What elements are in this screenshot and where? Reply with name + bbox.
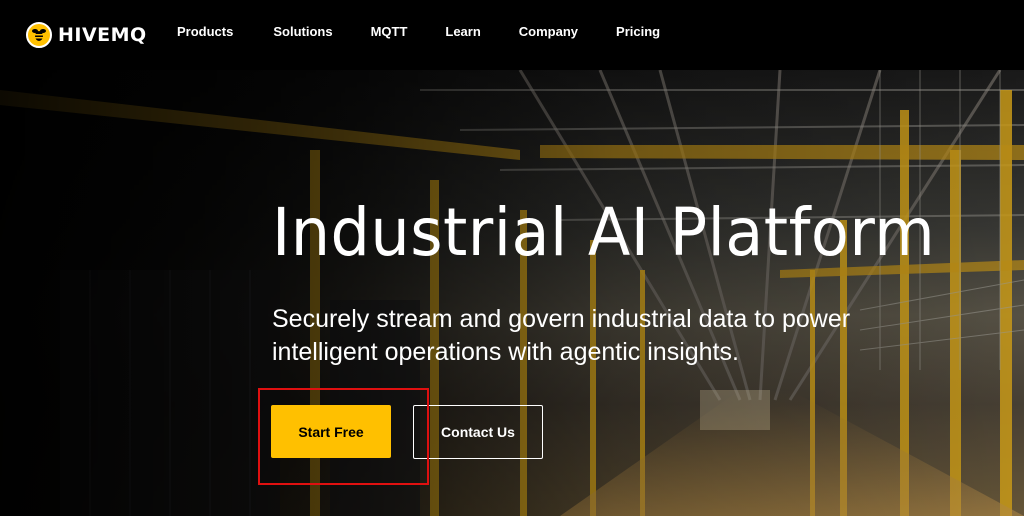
nav-item-company[interactable]: Company: [519, 24, 578, 39]
nav-item-learn[interactable]: Learn: [445, 24, 480, 39]
hero-subtitle: Securely stream and govern industrial da…: [272, 303, 912, 369]
nav-item-solutions[interactable]: Solutions: [273, 24, 332, 39]
bee-icon: [26, 22, 52, 48]
nav-item-pricing[interactable]: Pricing: [616, 24, 660, 39]
hivemq-logo[interactable]: HIVEMQ: [26, 21, 147, 49]
main-nav: Products Solutions MQTT Learn Company Pr…: [177, 24, 660, 39]
contact-us-button[interactable]: Contact Us: [413, 405, 543, 459]
hero-subtitle-line-1: Securely stream and govern industrial da…: [272, 305, 851, 333]
brand-name: HIVEMQ: [58, 24, 147, 46]
hero-title: Industrial AI Platform: [272, 194, 936, 271]
nav-item-products[interactable]: Products: [177, 24, 233, 39]
start-free-button[interactable]: Start Free: [271, 405, 391, 458]
site-header: HIVEMQ Products Solutions MQTT Learn Com…: [0, 0, 1024, 70]
hero-subtitle-line-2: intelligent operations with agentic insi…: [272, 338, 739, 366]
nav-item-mqtt[interactable]: MQTT: [371, 24, 408, 39]
